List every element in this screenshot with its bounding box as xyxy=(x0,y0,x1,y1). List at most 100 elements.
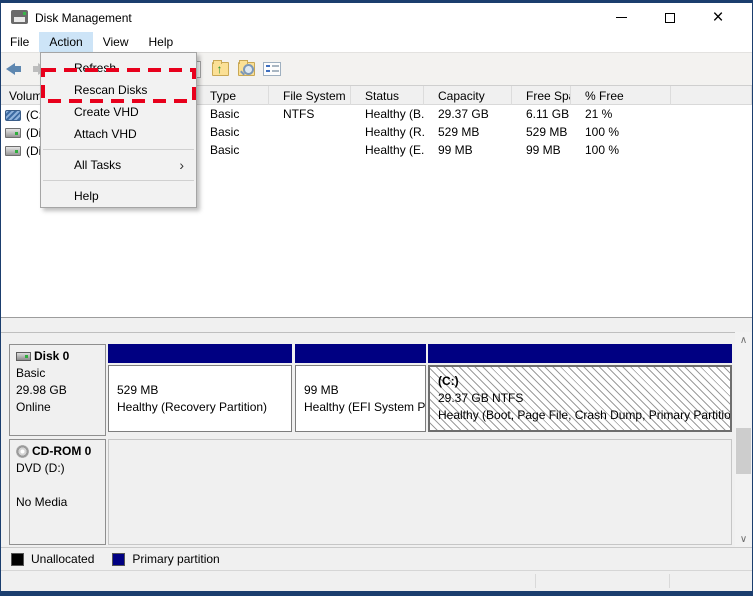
submenu-arrow-icon: › xyxy=(179,154,184,176)
menu-help[interactable]: Help xyxy=(139,32,184,52)
legend-bar: Unallocated Primary partition xyxy=(1,547,752,570)
type-cell: Basic xyxy=(196,105,269,123)
minimize-icon xyxy=(616,17,627,18)
menu-item-label: Help xyxy=(74,189,99,203)
primary-partition-label: Primary partition xyxy=(132,552,219,566)
header-free-space[interactable]: Free Spa... xyxy=(512,86,571,105)
free-space-cell: 99 MB xyxy=(512,141,571,159)
status-cell: Healthy (R... xyxy=(351,123,424,141)
menu-item-label: Create VHD xyxy=(74,105,139,119)
disk-drive-icon xyxy=(5,146,21,156)
partition-body: 529 MB Healthy (Recovery Partition) xyxy=(108,365,292,432)
header-type[interactable]: Type xyxy=(196,86,269,105)
menu-separator xyxy=(43,180,194,181)
scrollbar-thumb[interactable] xyxy=(736,428,751,474)
pct-free-cell: 100 % xyxy=(571,141,671,159)
cdrom-drive-letter: DVD (D:) xyxy=(16,460,99,477)
menu-bar: File Action View Help xyxy=(1,32,752,52)
type-cell: Basic xyxy=(196,141,269,159)
status-bar-separator xyxy=(669,574,670,588)
menu-file[interactable]: File xyxy=(1,32,39,52)
window-content: Disk Management × File Action View Help xyxy=(1,3,752,591)
cdrom-label-panel[interactable]: CD-ROM 0 DVD (D:) No Media xyxy=(9,439,106,545)
folder-search-button[interactable] xyxy=(233,56,259,82)
chevron-up-icon: ∧ xyxy=(740,335,747,346)
maximize-button[interactable] xyxy=(653,3,687,32)
partition-status: Healthy (EFI System Pa xyxy=(304,399,425,416)
partition-color-bar xyxy=(428,344,732,363)
pane-splitter[interactable] xyxy=(1,318,752,332)
file-system-cell xyxy=(269,123,351,141)
disk0-type: Basic xyxy=(16,365,99,382)
pct-free-cell: 21 % xyxy=(571,105,671,123)
unallocated-swatch xyxy=(11,553,24,566)
partition-body: (C:) 29.37 GB NTFS Healthy (Boot, Page F… xyxy=(428,365,732,432)
chevron-down-icon: ∨ xyxy=(740,534,747,545)
partition-recovery[interactable]: 529 MB Healthy (Recovery Partition) xyxy=(108,344,292,436)
cdrom-name: CD-ROM 0 xyxy=(32,444,91,458)
partition-efi[interactable]: 99 MB Healthy (EFI System Pa xyxy=(295,344,426,436)
menu-item-rescan-disks[interactable]: Rescan Disks xyxy=(41,79,196,101)
capacity-cell: 529 MB xyxy=(424,123,512,141)
menu-item-label: Rescan Disks xyxy=(74,83,147,97)
cd-drive-icon xyxy=(16,445,29,458)
window-title: Disk Management xyxy=(35,11,132,25)
menu-item-attach-vhd[interactable]: Attach VHD xyxy=(41,123,196,145)
cdrom-spacer xyxy=(16,477,99,494)
header-capacity[interactable]: Capacity xyxy=(424,86,512,105)
capacity-cell: 29.37 GB xyxy=(424,105,512,123)
partition-size: 99 MB xyxy=(304,382,425,399)
menu-item-label: Attach VHD xyxy=(74,127,137,141)
header-status[interactable]: Status xyxy=(351,86,424,105)
cdrom-media-status: No Media xyxy=(16,494,99,511)
menu-item-create-vhd[interactable]: Create VHD xyxy=(41,101,196,123)
status-cell: Healthy (B... xyxy=(351,105,424,123)
cdrom-empty-region xyxy=(108,439,732,545)
volume-icon xyxy=(5,110,21,121)
file-system-cell xyxy=(269,141,351,159)
free-space-cell: 6.11 GB xyxy=(512,105,571,123)
partition-name: (C:) xyxy=(438,373,730,390)
graphical-view-pane: Disk 0 Basic 29.98 GB Online 529 MB Heal… xyxy=(1,332,752,547)
scroll-down-button[interactable]: ∨ xyxy=(735,531,752,547)
minimize-button[interactable] xyxy=(604,3,638,32)
disk0-status: Online xyxy=(16,399,99,416)
folder-up-icon xyxy=(212,62,229,76)
menu-item-label: All Tasks xyxy=(74,158,121,172)
header-pct-free[interactable]: % Free xyxy=(571,86,671,105)
status-bar xyxy=(1,570,752,591)
scroll-up-button[interactable]: ∧ xyxy=(735,332,752,348)
back-button[interactable] xyxy=(1,56,27,82)
partition-color-bar xyxy=(108,344,292,363)
unallocated-label: Unallocated xyxy=(31,552,94,566)
status-bar-separator xyxy=(535,574,536,588)
primary-partition-swatch xyxy=(112,553,125,566)
action-dropdown-menu: Refresh Rescan Disks Create VHD Attach V… xyxy=(40,52,197,208)
header-file-system[interactable]: File System xyxy=(269,86,351,105)
menu-item-help[interactable]: Help xyxy=(41,185,196,207)
partition-status: Healthy (Recovery Partition) xyxy=(117,399,291,416)
partition-color-bar xyxy=(295,344,426,363)
partition-c-drive[interactable]: (C:) 29.37 GB NTFS Healthy (Boot, Page F… xyxy=(428,344,732,436)
partition-size: 29.37 GB NTFS xyxy=(438,390,730,407)
menu-view[interactable]: View xyxy=(93,32,139,52)
menu-item-all-tasks[interactable]: All Tasks › xyxy=(41,154,196,176)
folder-up-button[interactable] xyxy=(207,56,233,82)
partition-body: 99 MB Healthy (EFI System Pa xyxy=(295,365,426,432)
close-button[interactable]: × xyxy=(701,3,735,32)
close-icon: × xyxy=(712,8,723,27)
title-bar: Disk Management × xyxy=(1,3,752,32)
app-icon xyxy=(11,10,28,24)
details-view-button[interactable] xyxy=(259,56,285,82)
status-cell: Healthy (E... xyxy=(351,141,424,159)
menu-item-refresh[interactable]: Refresh xyxy=(41,57,196,79)
disk0-size: 29.98 GB xyxy=(16,382,99,399)
disk-management-window: Disk Management × File Action View Help xyxy=(0,0,753,596)
menu-action[interactable]: Action xyxy=(39,32,92,52)
disk0-label-panel[interactable]: Disk 0 Basic 29.98 GB Online xyxy=(9,344,106,436)
type-cell: Basic xyxy=(196,123,269,141)
details-view-icon xyxy=(263,62,281,76)
header-extra xyxy=(671,86,752,105)
pct-free-cell: 100 % xyxy=(571,123,671,141)
vertical-scrollbar[interactable]: ∧ ∨ xyxy=(735,332,752,547)
